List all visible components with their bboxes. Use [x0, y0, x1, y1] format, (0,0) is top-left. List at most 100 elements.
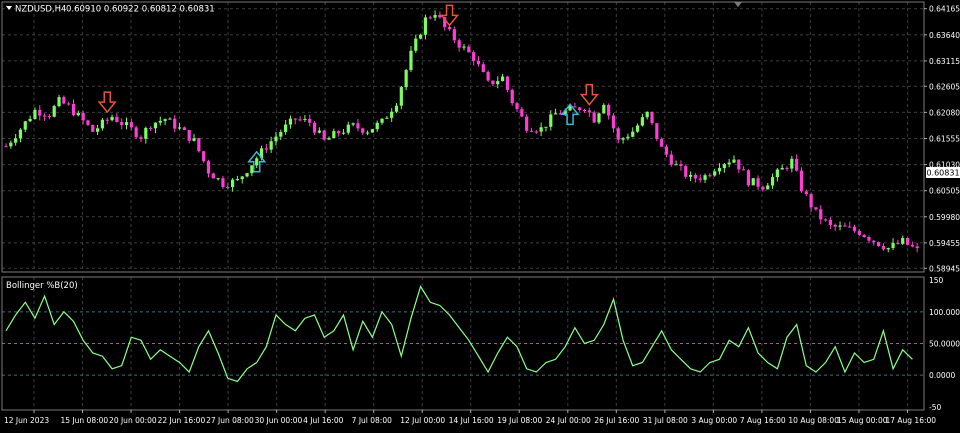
candle-body	[481, 64, 485, 73]
candle-body	[578, 107, 582, 111]
candle-body	[727, 162, 731, 165]
candle-body	[192, 138, 196, 141]
candle-body	[742, 169, 746, 171]
candle-body	[549, 114, 553, 127]
time-label: 10 Aug 08:00	[788, 416, 839, 425]
candle-body	[144, 127, 148, 139]
candle-body	[775, 169, 779, 178]
candle-body	[423, 17, 428, 35]
candle-body	[33, 109, 37, 119]
candle-body	[322, 130, 326, 140]
candle-body	[674, 164, 678, 166]
candle-body	[626, 136, 630, 139]
candle-body	[525, 116, 529, 131]
time-label: 15 Jun 08:00	[61, 416, 109, 425]
candle-body	[380, 118, 384, 123]
candle-body	[491, 80, 495, 85]
candle-body	[467, 46, 471, 53]
candle-body	[86, 120, 90, 125]
candle-body	[828, 219, 832, 225]
candle-body	[447, 27, 452, 30]
candle-body	[795, 158, 799, 171]
chart-canvas[interactable]: 0.64165 0.63640 0.63115 0.62605 0.62080 0.615…	[0, 0, 960, 429]
candle-body	[52, 106, 56, 117]
candle-body	[660, 139, 664, 147]
time-label: 12 Jul 00:00	[400, 416, 445, 425]
candle-body	[780, 167, 784, 170]
indicator-axis-label: 100.0000	[929, 308, 960, 317]
candle-body	[115, 116, 119, 123]
candle-body	[62, 97, 66, 104]
candle-body	[385, 117, 389, 119]
time-label: 12 Jun 2023	[4, 416, 49, 425]
candle-body	[298, 119, 302, 121]
time-label: 19 Jul 08:00	[497, 416, 542, 425]
candle-body	[823, 219, 828, 221]
candle-body	[124, 122, 129, 126]
candle-body	[645, 111, 649, 118]
price-label: 0.63115	[929, 57, 960, 66]
candle-body	[110, 116, 114, 121]
indicator-axis-label: 150	[929, 276, 944, 285]
candle-body	[554, 113, 558, 115]
candle-body	[197, 138, 201, 152]
candle-body	[182, 127, 186, 130]
candle-body	[587, 110, 591, 113]
time-label: 24 Jul 00:00	[546, 416, 591, 425]
candle-body	[356, 123, 360, 129]
candle-body	[370, 129, 374, 133]
candle-body	[891, 242, 895, 249]
candle-body	[337, 131, 341, 134]
candle-body	[713, 171, 717, 176]
candle-body	[264, 148, 268, 150]
candle-body	[129, 122, 133, 128]
candle-body	[732, 159, 736, 163]
candle-body	[409, 50, 413, 71]
candle-body	[867, 237, 871, 241]
candle-body	[505, 76, 509, 90]
candle-body	[751, 178, 755, 186]
candle-body	[500, 76, 505, 82]
candle-body	[67, 103, 71, 105]
candle-body	[582, 110, 587, 112]
candle-body	[679, 164, 683, 167]
candle-body	[872, 240, 876, 243]
candle-body	[693, 174, 698, 179]
candle-body	[621, 138, 625, 140]
candle-body	[303, 118, 307, 120]
candle-body	[23, 121, 27, 130]
candle-body	[905, 237, 910, 245]
candle-body	[476, 60, 481, 65]
candle-body	[327, 137, 331, 140]
candle-body	[279, 132, 283, 137]
price-label: 0.63640	[929, 31, 960, 40]
candle-body	[529, 130, 534, 132]
trading-chart-window[interactable]: 0.64165 0.63640 0.63115 0.62605 0.62080 0.615…	[0, 0, 960, 429]
candle-body	[496, 81, 500, 85]
candle-body	[655, 123, 659, 140]
price-label: 0.60505	[929, 187, 960, 196]
candle-body	[843, 225, 847, 227]
candle-body	[708, 175, 712, 177]
candle-body	[187, 129, 191, 141]
ohlc-readout: 0.60910 0.60922 0.60812 0.60831	[66, 5, 215, 15]
candle-body	[544, 126, 548, 128]
candle-body	[848, 226, 852, 228]
candle-body	[91, 124, 95, 132]
candle-body	[852, 226, 857, 231]
candle-body	[365, 132, 370, 134]
candle-body	[717, 168, 722, 172]
candle-body	[168, 118, 172, 120]
candle-body	[240, 176, 244, 180]
candle-body	[761, 186, 765, 190]
current-price-label: 0.60831	[926, 169, 959, 178]
candle-body	[862, 234, 866, 238]
candle-body	[766, 185, 770, 190]
candle-body	[404, 70, 408, 88]
candle-body	[539, 127, 543, 132]
candle-body	[631, 131, 635, 137]
candle-body	[520, 109, 524, 117]
current-price-marker: 0.60831	[926, 167, 960, 178]
candle-body	[901, 237, 905, 244]
candle-body	[38, 109, 42, 116]
